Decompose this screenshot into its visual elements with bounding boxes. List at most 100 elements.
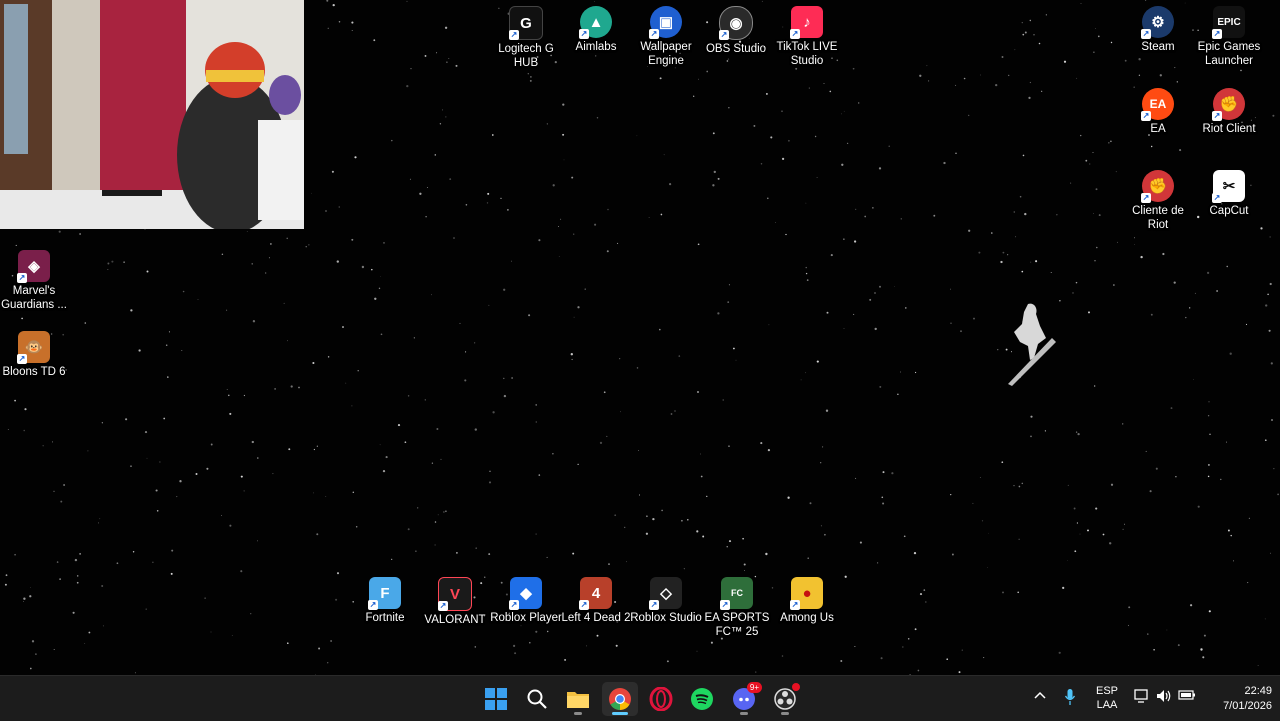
star	[1093, 51, 1095, 54]
star	[503, 288, 506, 291]
desktop-icon-label: EA SPORTS FC™ 25	[704, 612, 770, 638]
desktop-icon-ea-sports-fc25[interactable]: FC ↗ EA SPORTS FC™ 25	[701, 577, 773, 639]
star	[313, 492, 314, 494]
desktop-icon-marvels-guardians[interactable]: ◈ ↗ Marvel's Guardians ...	[0, 250, 70, 312]
star	[997, 349, 999, 351]
desktop-icon-bloons-td6[interactable]: 🐵 ↗ Bloons TD 6	[0, 331, 70, 379]
star	[338, 206, 340, 208]
desktop-icon-wallpaper-engine[interactable]: ▣ ↗ Wallpaper Engine	[630, 6, 702, 68]
star	[101, 584, 104, 588]
start-button[interactable]	[478, 682, 514, 716]
desktop-icon-roblox-player[interactable]: ◆ ↗ Roblox Player	[490, 577, 562, 625]
star	[829, 90, 832, 93]
star	[138, 349, 141, 352]
desktop-icon-capcut[interactable]: ✂ ↗ CapCut	[1193, 170, 1265, 218]
desktop-icon-cliente-de-riot[interactable]: ✊ ↗ Cliente de Riot	[1122, 170, 1194, 232]
star	[511, 260, 512, 262]
star	[246, 231, 248, 232]
star	[1264, 439, 1267, 442]
star	[1001, 461, 1004, 464]
star	[594, 223, 597, 226]
taskbar-spotify[interactable]	[684, 682, 720, 716]
desktop-icon-label: Left 4 Dead 2	[561, 612, 631, 624]
star	[125, 418, 128, 421]
star	[52, 441, 53, 443]
star	[1229, 352, 1232, 355]
star	[626, 561, 627, 563]
tray-microphone[interactable]	[1062, 688, 1078, 709]
taskbar-chrome[interactable]	[602, 682, 638, 716]
running-indicator	[574, 712, 582, 715]
star	[732, 347, 735, 350]
star	[904, 307, 907, 309]
desktop-icon-valorant[interactable]: V ↗ VALORANT	[419, 577, 491, 627]
desktop-icon-among-us[interactable]: ● ↗ Among Us	[771, 577, 843, 625]
star	[1077, 432, 1080, 436]
desktop-icon-logitech-g-hub[interactable]: G ↗ Logitech G HUB	[490, 6, 562, 70]
star	[584, 288, 586, 290]
desktop-icon-label: Logitech G HUB	[498, 43, 554, 69]
search-button[interactable]	[519, 682, 555, 716]
star	[753, 124, 756, 127]
star	[31, 640, 35, 643]
taskbar-obs[interactable]	[767, 682, 803, 716]
star	[434, 154, 437, 156]
star	[620, 411, 622, 413]
taskbar-file-explorer[interactable]	[560, 682, 596, 716]
star	[5, 574, 8, 577]
star	[443, 511, 445, 513]
tray-network[interactable]	[1133, 689, 1151, 706]
desktop-icon-ea[interactable]: EA ↗ EA	[1122, 88, 1194, 136]
star	[988, 532, 989, 534]
star	[744, 570, 745, 571]
star	[274, 388, 276, 390]
star	[459, 322, 461, 324]
wallpaper-engine-icon: ▣ ↗	[649, 6, 682, 39]
star	[1018, 485, 1021, 488]
star	[1073, 507, 1076, 510]
tray-battery[interactable]	[1178, 689, 1196, 704]
star	[257, 540, 259, 542]
star	[1208, 610, 1211, 613]
star	[53, 490, 55, 492]
star	[287, 340, 288, 342]
star	[760, 442, 763, 445]
desktop-icon-riot-client[interactable]: ✊ ↗ Riot Client	[1193, 88, 1265, 136]
star	[1028, 96, 1031, 100]
star	[413, 337, 415, 339]
star	[636, 135, 638, 137]
taskbar-discord[interactable]: 9+	[726, 682, 762, 716]
star	[252, 320, 256, 323]
desktop-icon-tiktok-live-studio[interactable]: ♪ ↗ TikTok LIVE Studio	[771, 6, 843, 68]
desktop-icon-left-4-dead-2[interactable]: 4 ↗ Left 4 Dead 2	[560, 577, 632, 625]
desktop-icon-obs-studio[interactable]: ◉ ↗ OBS Studio	[700, 6, 772, 56]
taskbar-opera-gx[interactable]	[643, 682, 679, 716]
tray-overflow-button[interactable]	[1032, 690, 1048, 702]
desktop-icon-fortnite[interactable]: F ↗ Fortnite	[349, 577, 421, 625]
star	[56, 561, 59, 563]
desktop-icon-label: Epic Games Launcher	[1197, 41, 1261, 67]
desktop-icon-steam[interactable]: ⚙ ↗ Steam	[1122, 6, 1194, 54]
star	[23, 429, 26, 432]
star	[1022, 33, 1025, 36]
star	[552, 184, 555, 187]
star	[1015, 236, 1017, 238]
star	[257, 457, 259, 459]
star	[357, 369, 359, 372]
desktop-icon-aimlabs[interactable]: ▲ ↗ Aimlabs	[560, 6, 632, 54]
star	[1022, 154, 1025, 157]
star	[380, 333, 383, 336]
tray-volume[interactable]	[1155, 689, 1173, 706]
desktop-icon-epic-games-launcher[interactable]: EPIC ↗ Epic Games Launcher	[1193, 6, 1265, 68]
star	[645, 532, 649, 535]
star	[373, 39, 376, 42]
desktop-icon-label: Aimlabs	[575, 41, 617, 53]
star	[1066, 560, 1068, 561]
valorant-icon: V ↗	[438, 577, 472, 611]
language-indicator[interactable]: ESP LAA	[1092, 684, 1122, 712]
star	[330, 640, 332, 642]
star	[406, 0, 408, 2]
clock[interactable]: 22:49 7/01/2026	[1200, 684, 1272, 714]
desktop-icon-roblox-studio[interactable]: ◇ ↗ Roblox Studio	[630, 577, 702, 625]
star	[535, 404, 537, 406]
